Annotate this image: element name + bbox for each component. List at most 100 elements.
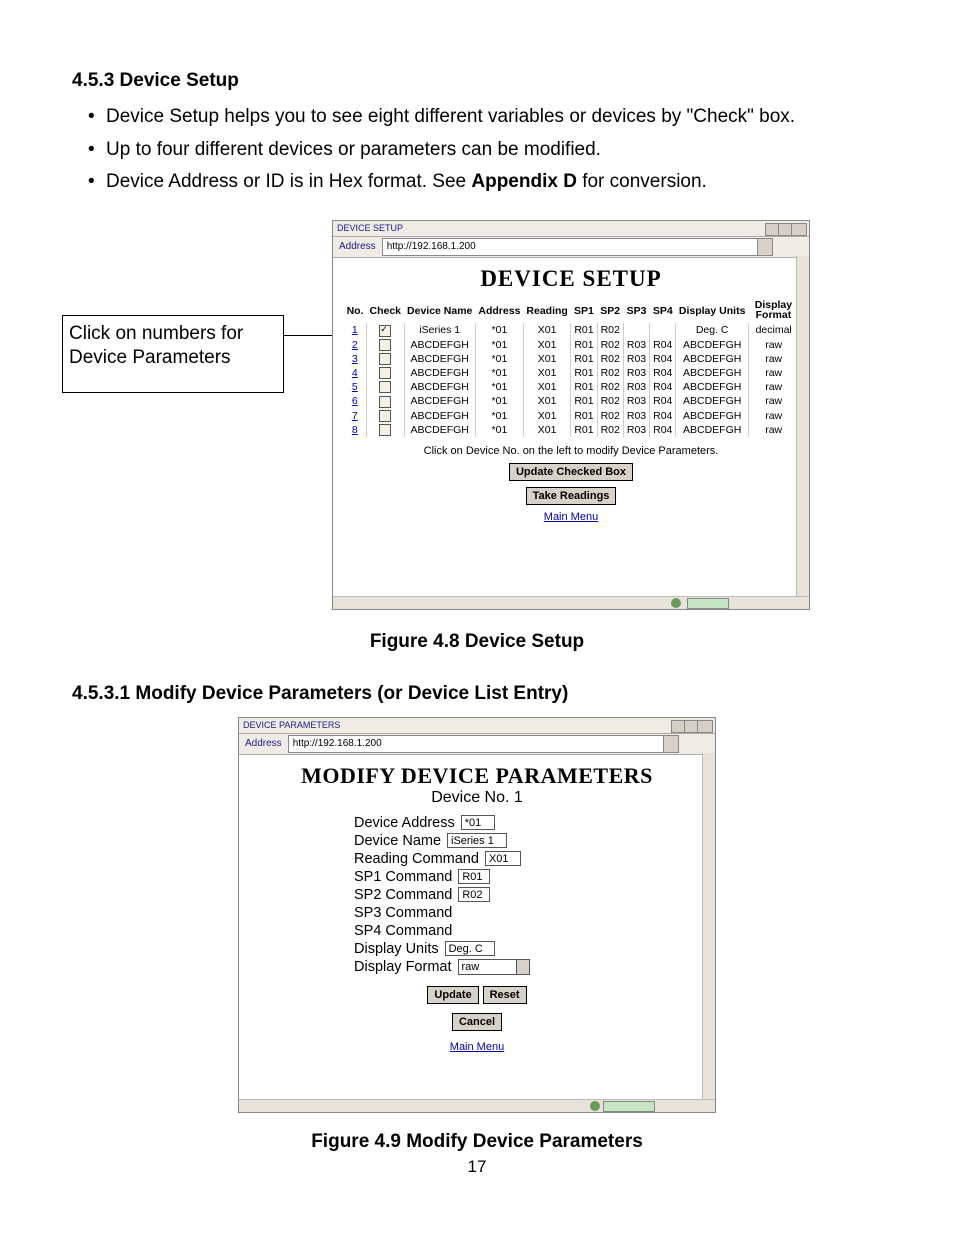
scrollbar-vertical[interactable] [796, 256, 809, 597]
device-no-link[interactable]: 8 [352, 424, 358, 436]
device-no-link[interactable]: 5 [352, 381, 358, 393]
page-title: DEVICE SETUP [333, 266, 809, 292]
bullet-item: Device Setup helps you to see eight diff… [72, 104, 882, 131]
col-no: No. [344, 298, 367, 324]
device-no-link[interactable]: 3 [352, 353, 358, 365]
subsection-heading: 4.5.3.1 Modify Device Parameters (or Dev… [72, 683, 882, 705]
col-addr: Address [475, 298, 523, 324]
go-button[interactable] [779, 239, 805, 255]
table-row: 1iSeries 1*01X01R01R02Deg. Cdecimal [344, 323, 799, 337]
device-address-input[interactable]: *01 [461, 815, 495, 830]
device-table: No. Check Device Name Address Reading SP… [344, 298, 799, 437]
cell-sp1: R01 [571, 380, 597, 394]
check-box[interactable] [379, 339, 391, 351]
sp3-command-label: SP3 Command [354, 905, 458, 921]
cell-sp4: R04 [650, 366, 676, 380]
display-units-label: Display Units [354, 941, 445, 957]
cell-sp4: R04 [650, 352, 676, 366]
cell-sp3: R03 [623, 352, 649, 366]
device-no-link[interactable]: 7 [352, 410, 358, 422]
cell-format: raw [748, 366, 798, 380]
scrollbar-vertical[interactable] [702, 753, 715, 1100]
display-format-select[interactable]: raw [458, 959, 530, 975]
check-box[interactable] [379, 381, 391, 393]
display-units-input[interactable]: Deg. C [445, 941, 495, 956]
cell-sp4: R04 [650, 394, 676, 408]
check-box[interactable] [379, 410, 391, 422]
cell-name: ABCDEFGH [404, 366, 475, 380]
progress-icon [687, 598, 729, 609]
viewport: MODIFY DEVICE PARAMETERS Device No. 1 De… [239, 755, 715, 1102]
address-input[interactable]: http://192.168.1.200 [288, 735, 679, 753]
check-box[interactable] [379, 325, 391, 337]
page-subtitle: Device No. 1 [239, 789, 715, 807]
check-box[interactable] [379, 424, 391, 436]
cell-units: ABCDEFGH [676, 366, 749, 380]
window-controls-icon[interactable] [671, 720, 713, 733]
cell-sp2: R02 [597, 380, 623, 394]
address-bar: Address http://192.168.1.200 [333, 237, 809, 258]
cell-units: ABCDEFGH [676, 380, 749, 394]
check-box[interactable] [379, 353, 391, 365]
table-row: 7ABCDEFGH*01X01R01R02R03R04ABCDEFGHraw [344, 409, 799, 423]
cell-sp1: R01 [571, 366, 597, 380]
cell-units: ABCDEFGH [676, 338, 749, 352]
cancel-button[interactable]: Cancel [452, 1013, 502, 1031]
sp1-command-input[interactable]: R01 [458, 869, 490, 884]
device-no-link[interactable]: 1 [352, 324, 358, 336]
bullet-text: Device Address or ID is in Hex format. S… [106, 171, 471, 192]
window-title: DEVICE PARAMETERS [243, 720, 340, 730]
sp4-command-label: SP4 Command [354, 923, 458, 939]
cell-addr: *01 [475, 338, 523, 352]
cell-name: ABCDEFGH [404, 409, 475, 423]
address-input[interactable]: http://192.168.1.200 [382, 238, 773, 256]
update-checked-button[interactable]: Update Checked Box [509, 463, 633, 481]
go-button[interactable] [685, 736, 711, 752]
device-no-link[interactable]: 6 [352, 395, 358, 407]
cell-sp2: R02 [597, 323, 623, 337]
device-no-link[interactable]: 4 [352, 367, 358, 379]
bullet-item: Device Address or ID is in Hex format. S… [72, 169, 882, 196]
device-no-link[interactable]: 2 [352, 339, 358, 351]
progress-icon [603, 1101, 655, 1112]
reading-command-label: Reading Command [354, 851, 485, 867]
address-label: Address [333, 241, 382, 252]
form: Device Address*01 Device NameiSeries 1 R… [354, 815, 600, 1053]
hint-text: Click on Device No. on the left to modif… [333, 445, 809, 457]
window-controls-icon[interactable] [765, 223, 807, 236]
window-titlebar: DEVICE SETUP [333, 221, 809, 237]
cell-sp2: R02 [597, 409, 623, 423]
cell-sp4: R04 [650, 338, 676, 352]
reading-command-input[interactable]: X01 [485, 851, 521, 866]
table-row: 3ABCDEFGH*01X01R01R02R03R04ABCDEFGHraw [344, 352, 799, 366]
device-name-input[interactable]: iSeries 1 [447, 833, 507, 848]
bullet-bold: Appendix D [471, 171, 577, 192]
check-box[interactable] [379, 367, 391, 379]
cell-sp4: R04 [650, 409, 676, 423]
cell-units: ABCDEFGH [676, 423, 749, 437]
main-menu-link[interactable]: Main Menu [544, 511, 598, 523]
sp2-command-input[interactable]: R02 [458, 887, 490, 902]
take-readings-button[interactable]: Take Readings [526, 487, 617, 505]
cell-reading: X01 [523, 338, 570, 352]
cell-reading: X01 [523, 423, 570, 437]
reset-button[interactable]: Reset [483, 986, 527, 1004]
update-button[interactable]: Update [427, 986, 478, 1004]
callout-box: Click on numbers for Device Parameters [62, 315, 284, 393]
section-heading: 4.5.3 Device Setup [72, 70, 882, 92]
cell-sp2: R02 [597, 394, 623, 408]
cell-format: raw [748, 338, 798, 352]
cell-addr: *01 [475, 409, 523, 423]
main-menu-link[interactable]: Main Menu [450, 1041, 504, 1053]
cell-format: decimal [748, 323, 798, 337]
check-box[interactable] [379, 396, 391, 408]
page-number: 17 [72, 1157, 882, 1177]
cell-units: ABCDEFGH [676, 394, 749, 408]
cell-sp4: R04 [650, 423, 676, 437]
window-title: DEVICE SETUP [337, 223, 403, 233]
col-format: Display Format [748, 298, 798, 324]
table-row: 5ABCDEFGH*01X01R01R02R03R04ABCDEFGHraw [344, 380, 799, 394]
statusbar [239, 1099, 715, 1112]
cell-addr: *01 [475, 380, 523, 394]
cell-sp3 [623, 323, 649, 337]
